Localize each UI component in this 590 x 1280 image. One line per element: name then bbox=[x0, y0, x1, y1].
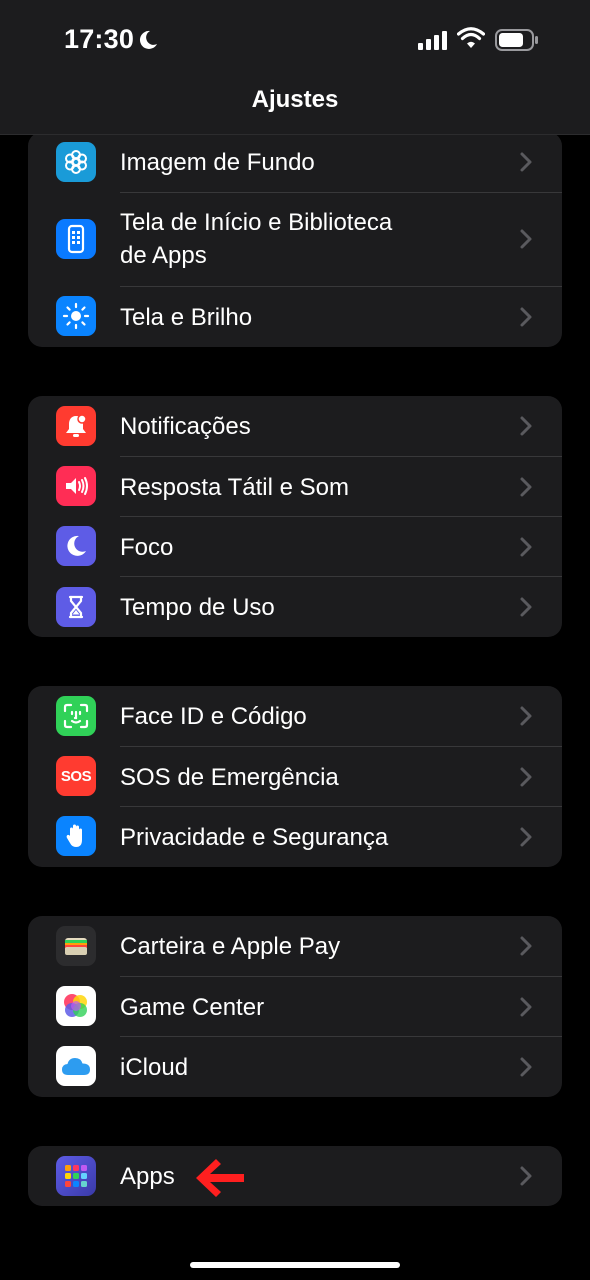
face-id-icon bbox=[56, 696, 96, 736]
hourglass-icon bbox=[56, 587, 96, 627]
chevron-right-icon bbox=[520, 416, 532, 436]
chevron-right-icon bbox=[520, 936, 532, 956]
row-game-center[interactable]: Game Center bbox=[28, 977, 562, 1037]
sos-icon-text: SOS bbox=[60, 767, 92, 785]
row-label: Tela e Brilho bbox=[120, 304, 253, 331]
row-label: Game Center bbox=[120, 994, 265, 1021]
row-sounds-haptics[interactable]: Resposta Tátil e Som bbox=[28, 457, 562, 517]
chevron-right-icon bbox=[520, 229, 532, 249]
apps-group: Apps bbox=[28, 1146, 562, 1206]
security-group: Face ID e Código SOS SOS de Emergência P… bbox=[28, 686, 562, 867]
battery-icon bbox=[495, 29, 538, 51]
home-screen-icon bbox=[56, 219, 96, 259]
game-center-icon bbox=[56, 986, 96, 1026]
notifications-group: Notificações Resposta Tátil e Som Foco T… bbox=[28, 396, 562, 637]
row-notifications[interactable]: Notificações bbox=[28, 396, 562, 456]
row-label-line1: Tela de Início e Biblioteca bbox=[120, 209, 393, 236]
chevron-right-icon bbox=[520, 997, 532, 1017]
row-label: Face ID e Código bbox=[120, 703, 307, 730]
chevron-right-icon bbox=[520, 767, 532, 787]
row-label: Imagem de Fundo bbox=[120, 149, 315, 176]
chevron-right-icon bbox=[520, 477, 532, 497]
wallet-icon bbox=[56, 926, 96, 966]
row-emergency-sos[interactable]: SOS SOS de Emergência bbox=[28, 747, 562, 807]
row-display-brightness[interactable]: Tela e Brilho bbox=[28, 287, 562, 347]
row-icloud[interactable]: iCloud bbox=[28, 1037, 562, 1097]
row-screen-time[interactable]: Tempo de Uso bbox=[28, 577, 562, 637]
status-time: 17:30 bbox=[64, 24, 135, 54]
row-face-id[interactable]: Face ID e Código bbox=[28, 686, 562, 746]
focus-moon-icon bbox=[56, 526, 96, 566]
home-indicator[interactable] bbox=[190, 1262, 400, 1268]
row-label-line2: de Apps bbox=[120, 242, 207, 269]
settings-list: Imagem de Fundo Tela de Início e Bibliot… bbox=[0, 0, 590, 1280]
page-title: Ajustes bbox=[251, 86, 339, 113]
notifications-icon bbox=[56, 406, 96, 446]
row-wallet[interactable]: Carteira e Apple Pay bbox=[28, 916, 562, 976]
chevron-right-icon bbox=[520, 1166, 532, 1186]
display-group: Imagem de Fundo Tela de Início e Bibliot… bbox=[28, 132, 562, 347]
privacy-hand-icon bbox=[56, 816, 96, 856]
sos-icon: SOS bbox=[56, 756, 96, 796]
chevron-right-icon bbox=[520, 597, 532, 617]
row-label: Carteira e Apple Pay bbox=[120, 933, 341, 960]
row-label: Apps bbox=[120, 1163, 175, 1190]
wallpaper-icon bbox=[56, 142, 96, 182]
chevron-right-icon bbox=[520, 827, 532, 847]
chevron-right-icon bbox=[520, 307, 532, 327]
row-label: Foco bbox=[120, 534, 174, 561]
icloud-icon bbox=[56, 1046, 96, 1086]
row-privacy[interactable]: Privacidade e Segurança bbox=[28, 807, 562, 867]
sound-icon bbox=[56, 466, 96, 506]
row-label: Notificações bbox=[120, 413, 251, 440]
row-label: SOS de Emergência bbox=[120, 764, 339, 791]
row-focus[interactable]: Foco bbox=[28, 517, 562, 577]
apps-grid-icon bbox=[56, 1156, 96, 1196]
row-home-screen[interactable]: Tela de Início e Biblioteca de Apps bbox=[28, 193, 562, 286]
chevron-right-icon bbox=[520, 152, 532, 172]
chevron-right-icon bbox=[520, 706, 532, 726]
focus-moon-status-icon bbox=[139, 30, 157, 49]
chevron-right-icon bbox=[520, 1057, 532, 1077]
chevron-right-icon bbox=[520, 537, 532, 557]
row-wallpaper[interactable]: Imagem de Fundo bbox=[28, 132, 562, 192]
wifi-icon bbox=[457, 27, 485, 48]
cellular-signal-icon bbox=[418, 31, 447, 50]
row-label: Tempo de Uso bbox=[120, 594, 275, 621]
brightness-icon bbox=[56, 296, 96, 336]
red-arrow-icon bbox=[196, 1159, 244, 1197]
row-label: Resposta Tátil e Som bbox=[120, 474, 349, 501]
row-label: Privacidade e Segurança bbox=[120, 824, 389, 851]
nav-header: 17:30 Ajustes bbox=[0, 0, 590, 135]
row-apps[interactable]: Apps bbox=[28, 1146, 562, 1206]
accounts-group: Carteira e Apple Pay Game Center iCloud bbox=[28, 916, 562, 1097]
row-label: iCloud bbox=[120, 1054, 189, 1081]
